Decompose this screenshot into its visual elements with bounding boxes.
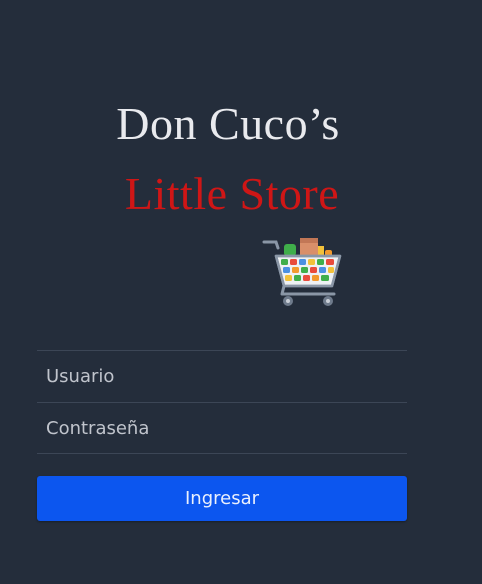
brand-subtitle: Little Store [124,168,340,219]
username-input[interactable] [37,351,407,402]
login-button[interactable]: Ingresar [37,476,407,521]
password-input[interactable] [37,403,407,453]
brand-title: Don Cuco’s [116,98,340,149]
shopping-cart-icon [262,238,342,306]
username-field-wrapper [37,350,407,402]
password-field-wrapper [37,402,407,454]
